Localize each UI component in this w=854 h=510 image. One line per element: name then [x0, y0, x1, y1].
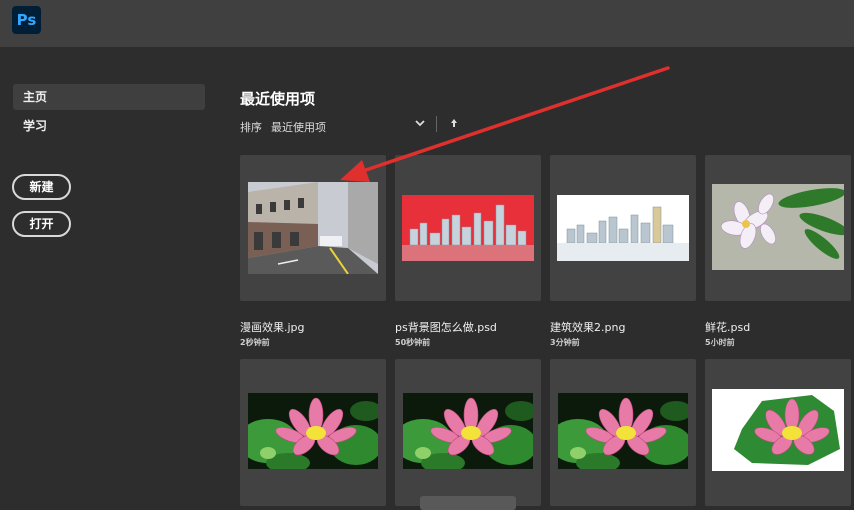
lotus-thumbnail	[558, 393, 688, 469]
file-card[interactable]	[240, 359, 386, 506]
sidebar-item-home[interactable]: 主页	[13, 84, 205, 110]
file-card[interactable]	[240, 155, 386, 301]
chevron-down-icon[interactable]	[413, 116, 427, 130]
title-bar: Ps	[0, 0, 854, 47]
file-time: 2秒钟前	[240, 338, 270, 347]
street-thumbnail	[248, 182, 378, 274]
divider	[436, 116, 437, 132]
open-button[interactable]: 打开	[12, 211, 71, 237]
file-name: 建筑效果2.png	[550, 321, 626, 334]
sort-select[interactable]: 最近使用项	[271, 119, 326, 135]
plumeria-thumbnail	[712, 184, 844, 270]
file-time: 50秒钟前	[395, 338, 431, 347]
file-name: 鲜花.psd	[705, 321, 751, 334]
file-card[interactable]	[395, 359, 541, 506]
sort-label: 排序	[240, 121, 262, 134]
city-red-thumbnail	[402, 195, 534, 261]
file-card[interactable]	[550, 359, 696, 506]
lotus-thumbnail	[248, 393, 378, 469]
file-card[interactable]	[395, 155, 541, 301]
lotus-thumbnail	[403, 393, 533, 469]
city-white-thumbnail	[557, 195, 689, 261]
file-card[interactable]	[550, 155, 696, 301]
file-card[interactable]	[705, 155, 851, 301]
file-name: 漫画效果.jpg	[240, 321, 305, 334]
new-button[interactable]: 新建	[12, 174, 71, 200]
file-name: ps背景图怎么做.psd	[395, 321, 497, 334]
file-card[interactable]	[705, 359, 851, 506]
file-time: 3分钟前	[550, 338, 580, 347]
lotus-cutout-thumbnail	[712, 389, 844, 471]
photoshop-logo: Ps	[12, 6, 41, 34]
file-time: 5小时前	[705, 338, 735, 347]
tooltip	[420, 496, 516, 510]
page-title: 最近使用项	[240, 90, 316, 108]
sidebar-item-learn[interactable]: 学习	[13, 113, 205, 139]
arrow-up-icon[interactable]	[448, 116, 460, 130]
sidebar: 主页 学习 新建 打开	[0, 47, 220, 506]
